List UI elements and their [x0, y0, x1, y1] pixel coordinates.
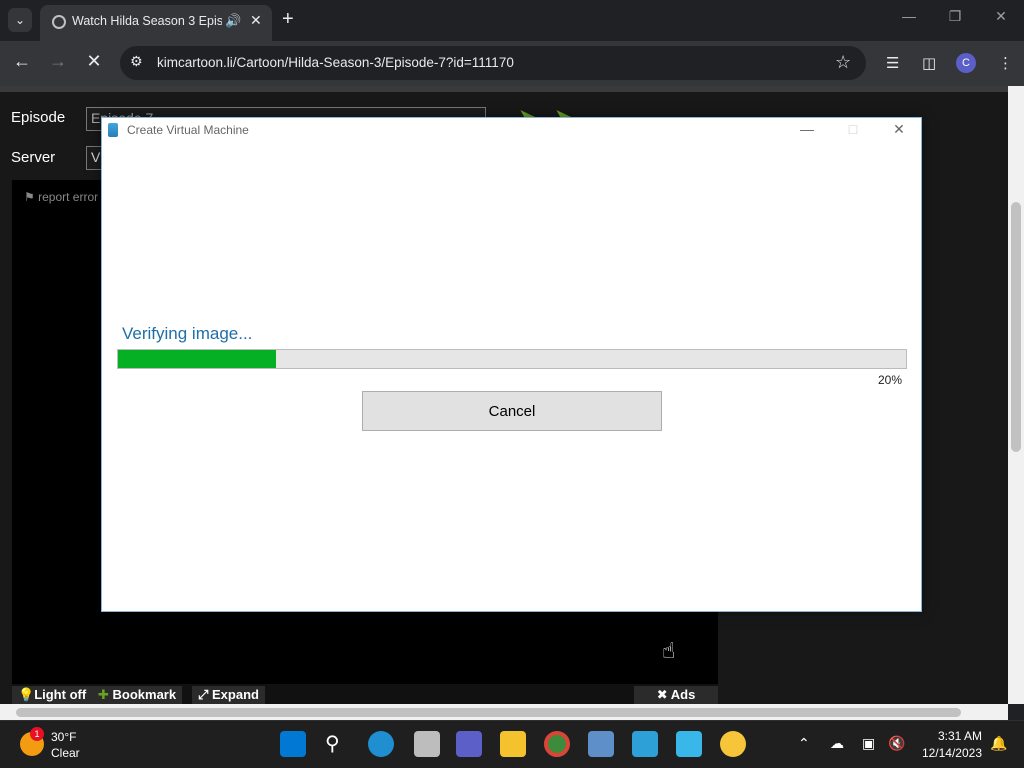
restore-icon[interactable]: ❐	[940, 8, 970, 25]
active-tab[interactable]: Watch Hilda Season 3 Episode 7 🔊 ✕	[40, 5, 272, 41]
dialog-close-icon[interactable]: ✕	[884, 121, 914, 138]
speaker-icon[interactable]: 🔊	[225, 13, 241, 29]
notification-badge: 1	[30, 727, 44, 741]
tab-close-icon[interactable]: ✕	[250, 12, 262, 29]
progress-percent: 20%	[877, 373, 902, 387]
clock-date[interactable]: 12/14/2023	[914, 746, 982, 760]
progress-bar	[117, 349, 907, 369]
notification-bell-icon[interactable]: 🔔	[990, 735, 1007, 752]
stop-loading-icon[interactable]: ✕	[82, 51, 106, 72]
show-hidden-icons-chevron-icon[interactable]: ⌃	[798, 735, 810, 752]
plus-icon: ✚	[98, 687, 113, 702]
status-text: Verifying image...	[122, 324, 253, 343]
expand-button[interactable]: ⤢ Expand	[192, 686, 265, 704]
dialog-maximize-icon: □	[848, 121, 858, 137]
player-controls-bar: 💡Light off ✚ Bookmark ⤢ Expand ✖ Ads	[12, 684, 718, 704]
bulb-icon: 💡	[18, 687, 35, 702]
teams-icon[interactable]	[456, 731, 482, 757]
tab-search-chevron-icon[interactable]: ⌄	[8, 8, 32, 32]
network-icon[interactable]: ▣	[862, 735, 875, 752]
hyper-v-quick-create-icon[interactable]	[676, 731, 702, 757]
browser-toolbar: ← → ✕ ⚙ kimcartoon.li/Cartoon/Hilda-Seas…	[0, 41, 1024, 86]
address-bar[interactable]: ⚙ kimcartoon.li/Cartoon/Hilda-Season-3/E…	[120, 46, 866, 80]
bookmark-star-icon[interactable]: ☆	[835, 52, 851, 73]
hyper-v-manager-icon[interactable]	[632, 731, 658, 757]
tab-strip: ⌄ Watch Hilda Season 3 Episode 7 🔊 ✕ + —…	[0, 0, 1024, 41]
new-tab-plus-icon[interactable]: +	[282, 8, 294, 30]
media-control-icon[interactable]: ☰	[886, 54, 899, 72]
episode-label: Episode	[11, 109, 66, 126]
virtualbox-icon[interactable]	[588, 731, 614, 757]
notes-app-icon[interactable]	[720, 731, 746, 757]
dialog-minimize-icon[interactable]: —	[792, 121, 822, 137]
side-panel-icon[interactable]: ◫	[922, 54, 936, 72]
clock-time[interactable]: 3:31 AM	[930, 729, 982, 743]
dialog-titlebar: Create Virtual Machine — □ ✕	[102, 118, 921, 142]
progress-fill	[118, 350, 276, 368]
back-arrow-icon[interactable]: ←	[10, 51, 34, 72]
onedrive-icon[interactable]: ☁	[830, 735, 844, 752]
hand-cursor-icon: ☝	[662, 638, 676, 663]
create-vm-dialog: Create Virtual Machine — □ ✕ Verifying i…	[101, 117, 922, 612]
dialog-title: Create Virtual Machine	[127, 123, 249, 137]
hyper-v-app-icon	[108, 123, 118, 137]
bookmark-button[interactable]: ✚ Bookmark	[92, 686, 183, 704]
horizontal-scrollbar[interactable]	[0, 704, 1008, 720]
task-view-icon[interactable]	[414, 731, 440, 757]
close-icon: ✖	[656, 687, 671, 702]
taskbar: 1 30°F Clear ⚲ ⌃ ☁ ▣ 🔇 3:31 AM 12/14/202…	[0, 720, 1024, 768]
close-ads-button[interactable]: ✖ Ads	[634, 686, 718, 704]
url-text[interactable]: kimcartoon.li/Cartoon/Hilda-Season-3/Epi…	[157, 55, 514, 70]
window-close-icon[interactable]: ✕	[986, 8, 1016, 25]
forward-arrow-icon[interactable]: →	[46, 51, 70, 72]
light-off-button[interactable]: 💡Light off	[12, 686, 93, 704]
horizontal-scroll-thumb[interactable]	[16, 708, 961, 717]
start-windows-icon[interactable]	[280, 731, 306, 757]
page-divider	[0, 86, 1008, 92]
expand-icon: ⤢	[198, 687, 213, 702]
site-info-icon[interactable]: ⚙	[130, 53, 143, 70]
file-explorer-icon[interactable]	[500, 731, 526, 757]
vertical-scrollbar[interactable]	[1008, 86, 1024, 704]
tab-favicon-icon	[52, 15, 66, 29]
weather-condition[interactable]: Clear	[51, 746, 80, 760]
volume-muted-icon[interactable]: 🔇	[888, 735, 905, 752]
minimize-icon[interactable]: —	[894, 8, 924, 24]
weather-temperature[interactable]: 30°F	[51, 730, 76, 744]
vertical-scroll-thumb[interactable]	[1011, 202, 1021, 452]
search-icon[interactable]: ⚲	[325, 731, 340, 756]
server-label: Server	[11, 149, 56, 166]
report-error-link[interactable]: ⚑ report error	[24, 190, 98, 204]
flag-icon: ⚑	[24, 190, 39, 204]
cancel-button[interactable]: Cancel	[362, 391, 662, 431]
profile-avatar[interactable]: C	[956, 53, 976, 73]
chrome-icon[interactable]	[544, 731, 570, 757]
tab-title: Watch Hilda Season 3 Episode 7	[72, 14, 222, 28]
menu-kebab-icon[interactable]: ⋮	[998, 54, 1013, 72]
edge-beta-icon[interactable]	[368, 731, 394, 757]
